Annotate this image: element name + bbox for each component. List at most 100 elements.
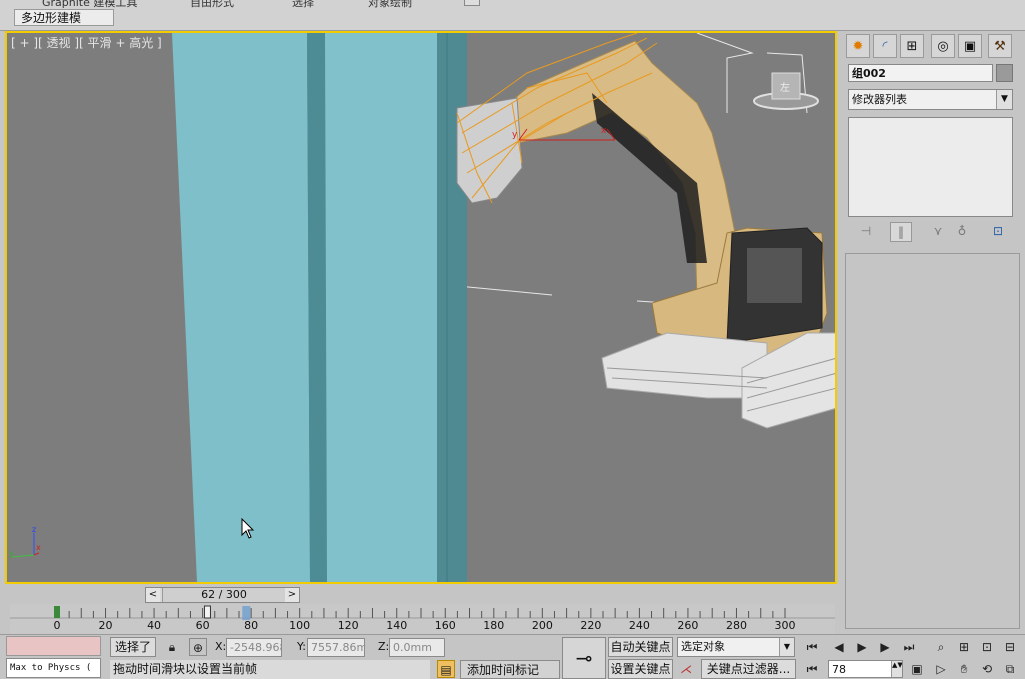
display-icon[interactable]: ▣ <box>958 34 982 58</box>
axis-z-label: z <box>32 525 36 534</box>
track-bar-tick-label: 160 <box>434 619 456 632</box>
time-slider-thumb[interactable]: 62 / 300 <box>162 588 286 602</box>
time-position-highlight <box>242 606 251 620</box>
track-bar-tick-label: 140 <box>386 619 408 632</box>
key-icon[interactable]: ⊸ <box>562 637 606 679</box>
orbit-icon[interactable]: ⟲ <box>978 660 996 678</box>
field-of-view-icon[interactable]: ▷ <box>932 660 950 678</box>
track-bar-tick-label: 40 <box>147 619 162 632</box>
parameters-rollout <box>845 253 1020 629</box>
set-key-button[interactable]: 设置关键点 <box>608 659 673 679</box>
track-bar-tick-label: 180 <box>483 619 505 632</box>
key-selection-dropdown[interactable]: 选定对象 ▼ <box>677 637 795 657</box>
command-panel: ✹ ◜ ⊞ ◎ ▣ ⚒ 组002 修改器列表 ▼ ⊣ ‖ ⋎ ♁ ⊡ <box>843 31 1025 631</box>
pan-view-icon[interactable]: ✋︎ <box>955 660 973 678</box>
hierarchy-icon[interactable]: ⊞ <box>900 34 924 58</box>
ribbon-sub-tab-poly-modeling[interactable]: 多边形建模 <box>14 9 114 26</box>
zoom-extents-icon[interactable]: ⊡ <box>978 638 996 656</box>
track-bar-tick-label: 280 <box>725 619 747 632</box>
previous-frame-icon[interactable]: ◀︎ <box>830 638 848 656</box>
ribbon-tab-selection[interactable]: 选择 <box>292 0 314 9</box>
time-tag-icon[interactable]: ▤ <box>437 660 455 678</box>
status-bar: Max to Physcs ( 选择了 🔒︎ ⊕ X: -2548.968 Y:… <box>0 634 1025 679</box>
object-color-swatch[interactable] <box>996 64 1013 82</box>
lock-icon[interactable]: 🔒︎ <box>163 638 181 656</box>
motion-icon[interactable]: ◎ <box>931 34 955 58</box>
track-bar-tick-label: 260 <box>677 619 699 632</box>
configure-modifier-sets-icon[interactable]: ⊡ <box>988 222 1008 240</box>
modifier-stack-toolbar: ⊣ ‖ ⋎ ♁ ⊡ <box>848 222 1013 242</box>
time-configuration-icon[interactable]: ▣ <box>908 660 926 678</box>
time-slider-prev-button[interactable]: < <box>146 588 160 602</box>
auto-key-button[interactable]: 自动关键点 <box>608 637 673 657</box>
y-coord-input[interactable]: 7557.86mm <box>307 638 365 657</box>
z-coord-label: Z: <box>378 640 390 653</box>
x-coord-input[interactable]: -2548.968 <box>226 638 282 657</box>
ribbon-tab-freeform[interactable]: 自由形式 <box>190 0 234 9</box>
key-selection-value: 选定对象 <box>681 640 725 653</box>
maxscript-mini-listener[interactable] <box>6 636 101 656</box>
track-bar[interactable] <box>10 604 835 634</box>
ribbon-tab-graphite[interactable]: Graphite 建模工具 <box>42 0 137 9</box>
perspective-viewport[interactable]: y x 左 z x y [ + ][ 透视 ][ 平滑 + 高光 ] <box>5 31 837 584</box>
gizmo-x-label: x <box>601 126 607 136</box>
y-coord-label: Y: <box>297 640 306 653</box>
zoom-extents-all-icon[interactable]: ⊟ <box>1001 638 1019 656</box>
track-bar-tick-label: 200 <box>531 619 553 632</box>
ribbon-tab-object-paint[interactable]: 对象绘制 <box>368 0 412 9</box>
current-frame-field[interactable]: 78 ▲▼ <box>828 660 903 678</box>
track-bar-tick-label: 120 <box>337 619 359 632</box>
show-end-result-icon[interactable]: ‖ <box>890 222 912 242</box>
modify-icon[interactable]: ◜ <box>873 34 897 58</box>
current-frame-marker[interactable] <box>203 605 211 619</box>
prompt-line: 拖动时间滑块以设置当前帧 <box>110 660 430 679</box>
absolute-mode-transform-icon[interactable]: ⊕ <box>189 638 207 656</box>
ribbon-toggle-icon[interactable] <box>464 0 480 6</box>
modifier-stack[interactable] <box>848 117 1013 217</box>
default-tangents-icon[interactable]: ⋌ <box>677 660 695 678</box>
create-icon[interactable]: ✹ <box>846 34 870 58</box>
track-bar-tick-label: 80 <box>244 619 259 632</box>
key-marker[interactable] <box>54 606 60 618</box>
go-to-start-icon[interactable]: ⏮︎ <box>803 638 821 656</box>
track-bar-tick-label: 60 <box>195 619 210 632</box>
zoom-icon[interactable]: ⌕ <box>932 638 950 656</box>
time-slider[interactable]: < 62 / 300 > <box>145 587 300 603</box>
track-bar-tick-label: 100 <box>289 619 311 632</box>
track-bar-tick-label: 240 <box>628 619 650 632</box>
time-slider-next-button[interactable]: > <box>285 588 299 602</box>
track-bar-tick-label: 0 <box>53 619 61 632</box>
viewport-label[interactable]: [ + ][ 透视 ][ 平滑 + 高光 ] <box>11 34 162 51</box>
modifier-list-label: 修改器列表 <box>852 93 907 106</box>
key-mode-toggle-icon[interactable]: ⏮︎ <box>803 660 821 678</box>
track-bar-tick-label: 220 <box>580 619 602 632</box>
z-coord-input[interactable]: 0.0mm <box>389 638 445 657</box>
remove-modifier-icon[interactable]: ♁ <box>952 222 972 240</box>
maxscript-listener-line[interactable]: Max to Physcs ( <box>6 658 101 678</box>
zoom-all-icon[interactable]: ⊞ <box>955 638 973 656</box>
key-filters-button[interactable]: 关键点过滤器... <box>701 659 796 679</box>
play-icon[interactable]: ▶︎ <box>853 638 871 656</box>
make-unique-icon[interactable]: ⋎ <box>928 222 948 240</box>
current-frame-value: 78 <box>832 663 846 676</box>
x-coord-label: X: <box>215 640 227 653</box>
utilities-icon[interactable]: ⚒ <box>988 34 1012 58</box>
maximize-viewport-icon[interactable]: ⧉ <box>1001 660 1019 678</box>
viewport-scene: y x 左 z x y <box>9 33 835 582</box>
next-frame-icon[interactable]: ▶︎ <box>876 638 894 656</box>
ribbon: Graphite 建模工具 自由形式 选择 对象绘制 多边形建模 <box>0 0 1025 31</box>
track-bar-tick-label: 20 <box>98 619 113 632</box>
gizmo-y-label: y <box>512 130 518 140</box>
go-to-end-icon[interactable]: ⏭︎ <box>900 638 918 656</box>
viewcube-face-label: 左 <box>780 81 790 94</box>
modifier-list-dropdown[interactable]: 修改器列表 ▼ <box>848 89 1013 110</box>
frame-spinner-icon[interactable]: ▲▼ <box>891 661 902 677</box>
object-name-field[interactable]: 组002 <box>848 64 993 82</box>
chevron-down-icon: ▼ <box>779 638 794 656</box>
axis-y-label: y <box>9 549 14 558</box>
axis-x-label: x <box>36 543 41 552</box>
chevron-down-icon: ▼ <box>996 90 1012 109</box>
pin-stack-icon[interactable]: ⊣ <box>856 222 876 240</box>
track-bar-tick-label: 300 <box>774 619 796 632</box>
add-time-tag-button[interactable]: 添加时间标记 <box>460 660 560 679</box>
